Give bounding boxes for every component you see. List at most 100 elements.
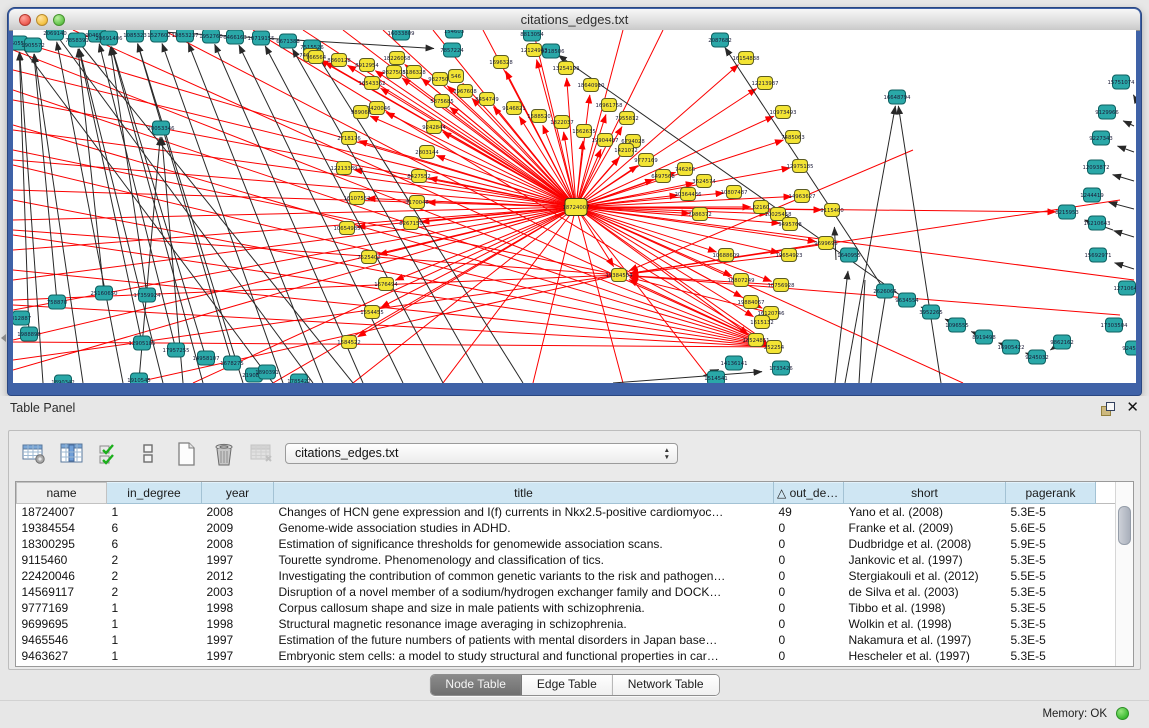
- table-source-dropdown[interactable]: citations_edges.txt ▲▼: [285, 443, 678, 464]
- column-visibility-icon[interactable]: [56, 439, 88, 469]
- table-row[interactable]: 1830029562008Estimation of significance …: [17, 536, 1116, 552]
- column-header-title[interactable]: title: [274, 483, 774, 504]
- table-row[interactable]: 946554611997Estimation of the future num…: [17, 632, 1116, 648]
- cell-filler[interactable]: [1096, 616, 1116, 632]
- cell-year[interactable]: 2009: [202, 520, 274, 536]
- window-titlebar[interactable]: citations_edges.txt: [9, 9, 1140, 31]
- cell-in_degree[interactable]: 2: [107, 584, 202, 600]
- cell-year[interactable]: 1998: [202, 616, 274, 632]
- new-column-icon[interactable]: [170, 439, 202, 469]
- cell-pagerank[interactable]: 5.9E-5: [1006, 536, 1096, 552]
- cell-out_de[interactable]: 0: [774, 616, 844, 632]
- cell-filler[interactable]: [1096, 536, 1116, 552]
- merge-tables-icon[interactable]: [132, 439, 164, 469]
- cell-name[interactable]: 9463627: [17, 648, 107, 664]
- cell-pagerank[interactable]: 5.3E-5: [1006, 632, 1096, 648]
- cell-name[interactable]: 9465546: [17, 632, 107, 648]
- cell-short[interactable]: Jankovic et al. (1997): [844, 552, 1006, 568]
- table-row[interactable]: 977716911998Corpus callosum shape and si…: [17, 600, 1116, 616]
- cell-short[interactable]: Dudbridge et al. (2008): [844, 536, 1006, 552]
- cell-year[interactable]: 1997: [202, 648, 274, 664]
- cell-in_degree[interactable]: 2: [107, 552, 202, 568]
- column-header-in_degree[interactable]: in_degree: [107, 483, 202, 504]
- table-row[interactable]: 2242004622012Investigating the contribut…: [17, 568, 1116, 584]
- cell-name[interactable]: 9699695: [17, 616, 107, 632]
- cell-title[interactable]: Disruption of a novel member of a sodium…: [274, 584, 774, 600]
- close-panel-button[interactable]: ✕: [1126, 398, 1139, 416]
- cell-title[interactable]: Tourette syndrome. Phenomenology and cla…: [274, 552, 774, 568]
- table-row[interactable]: 946362711997Embryonic stem cells: a mode…: [17, 648, 1116, 664]
- column-header-pagerank[interactable]: pagerank: [1006, 483, 1096, 504]
- cell-pagerank[interactable]: 5.3E-5: [1006, 504, 1096, 521]
- network-graph[interactable]: 1605572190557220691407858391904691120691…: [13, 30, 1136, 383]
- collapse-panel-arrow-icon[interactable]: [1, 334, 6, 342]
- cell-short[interactable]: Franke et al. (2009): [844, 520, 1006, 536]
- cell-pagerank[interactable]: 5.3E-5: [1006, 616, 1096, 632]
- cell-out_de[interactable]: 49: [774, 504, 844, 521]
- cell-out_de[interactable]: 0: [774, 536, 844, 552]
- cell-name[interactable]: 19384554: [17, 520, 107, 536]
- cell-filler[interactable]: [1096, 600, 1116, 616]
- cell-name[interactable]: 22420046: [17, 568, 107, 584]
- cell-title[interactable]: Estimation of the future numbers of pati…: [274, 632, 774, 648]
- column-header-short[interactable]: short: [844, 483, 1006, 504]
- cell-filler[interactable]: [1096, 520, 1116, 536]
- cell-in_degree[interactable]: 6: [107, 536, 202, 552]
- tab-edge-table[interactable]: Edge Table: [522, 675, 613, 695]
- cell-title[interactable]: Investigating the contribution of common…: [274, 568, 774, 584]
- cell-in_degree[interactable]: 6: [107, 520, 202, 536]
- cell-pagerank[interactable]: 5.5E-5: [1006, 568, 1096, 584]
- cell-title[interactable]: Embryonic stem cells: a model to study s…: [274, 648, 774, 664]
- cell-name[interactable]: 9115460: [17, 552, 107, 568]
- table-row[interactable]: 1456911722003Disruption of a novel membe…: [17, 584, 1116, 600]
- cell-out_de[interactable]: 0: [774, 648, 844, 664]
- cell-short[interactable]: Stergiakouli et al. (2012): [844, 568, 1006, 584]
- column-header-name[interactable]: name: [17, 483, 107, 504]
- cell-name[interactable]: 9777169: [17, 600, 107, 616]
- network-canvas[interactable]: 1605572190557220691407858391904691120691…: [13, 30, 1136, 383]
- memory-status-indicator[interactable]: [1116, 707, 1129, 720]
- row-selection-icon[interactable]: [94, 439, 126, 469]
- cell-filler[interactable]: [1096, 648, 1116, 664]
- cell-title[interactable]: Structural magnetic resonance image aver…: [274, 616, 774, 632]
- cell-short[interactable]: Wolkin et al. (1998): [844, 616, 1006, 632]
- cell-in_degree[interactable]: 1: [107, 648, 202, 664]
- cell-out_de[interactable]: 0: [774, 552, 844, 568]
- cell-year[interactable]: 1997: [202, 552, 274, 568]
- cell-in_degree[interactable]: 1: [107, 632, 202, 648]
- cell-title[interactable]: Corpus callosum shape and size in male p…: [274, 600, 774, 616]
- cell-pagerank[interactable]: 5.3E-5: [1006, 648, 1096, 664]
- cell-year[interactable]: 2003: [202, 584, 274, 600]
- cell-short[interactable]: Tibbo et al. (1998): [844, 600, 1006, 616]
- table-scrollbar-thumb[interactable]: [1118, 506, 1131, 545]
- cell-pagerank[interactable]: 5.3E-5: [1006, 584, 1096, 600]
- tab-node-table[interactable]: Node Table: [430, 675, 522, 695]
- cell-in_degree[interactable]: 1: [107, 504, 202, 521]
- table-settings-icon[interactable]: [18, 439, 50, 469]
- table-row[interactable]: 969969511998Structural magnetic resonanc…: [17, 616, 1116, 632]
- cell-short[interactable]: Nakamura et al. (1997): [844, 632, 1006, 648]
- cell-filler[interactable]: [1096, 504, 1116, 521]
- cell-filler[interactable]: [1096, 568, 1116, 584]
- cell-filler[interactable]: [1096, 632, 1116, 648]
- cell-year[interactable]: 1997: [202, 632, 274, 648]
- cell-out_de[interactable]: 0: [774, 568, 844, 584]
- cell-filler[interactable]: [1096, 584, 1116, 600]
- cell-out_de[interactable]: 0: [774, 584, 844, 600]
- cell-in_degree[interactable]: 1: [107, 616, 202, 632]
- cell-short[interactable]: de Silva et al. (2003): [844, 584, 1006, 600]
- cell-pagerank[interactable]: 5.6E-5: [1006, 520, 1096, 536]
- delete-column-icon[interactable]: [208, 439, 240, 469]
- cell-out_de[interactable]: 0: [774, 632, 844, 648]
- table-row[interactable]: 911546021997Tourette syndrome. Phenomeno…: [17, 552, 1116, 568]
- cell-title[interactable]: Changes of HCN gene expression and I(f) …: [274, 504, 774, 521]
- table-row[interactable]: 1872400712008Changes of HCN gene express…: [17, 504, 1116, 521]
- column-header-out_de[interactable]: △ out_de…: [774, 483, 844, 504]
- float-panel-button[interactable]: [1101, 402, 1116, 416]
- cell-year[interactable]: 1998: [202, 600, 274, 616]
- cell-out_de[interactable]: 0: [774, 600, 844, 616]
- cell-name[interactable]: 18300295: [17, 536, 107, 552]
- cell-pagerank[interactable]: 5.3E-5: [1006, 600, 1096, 616]
- cell-name[interactable]: 18724007: [17, 504, 107, 521]
- cell-pagerank[interactable]: 5.3E-5: [1006, 552, 1096, 568]
